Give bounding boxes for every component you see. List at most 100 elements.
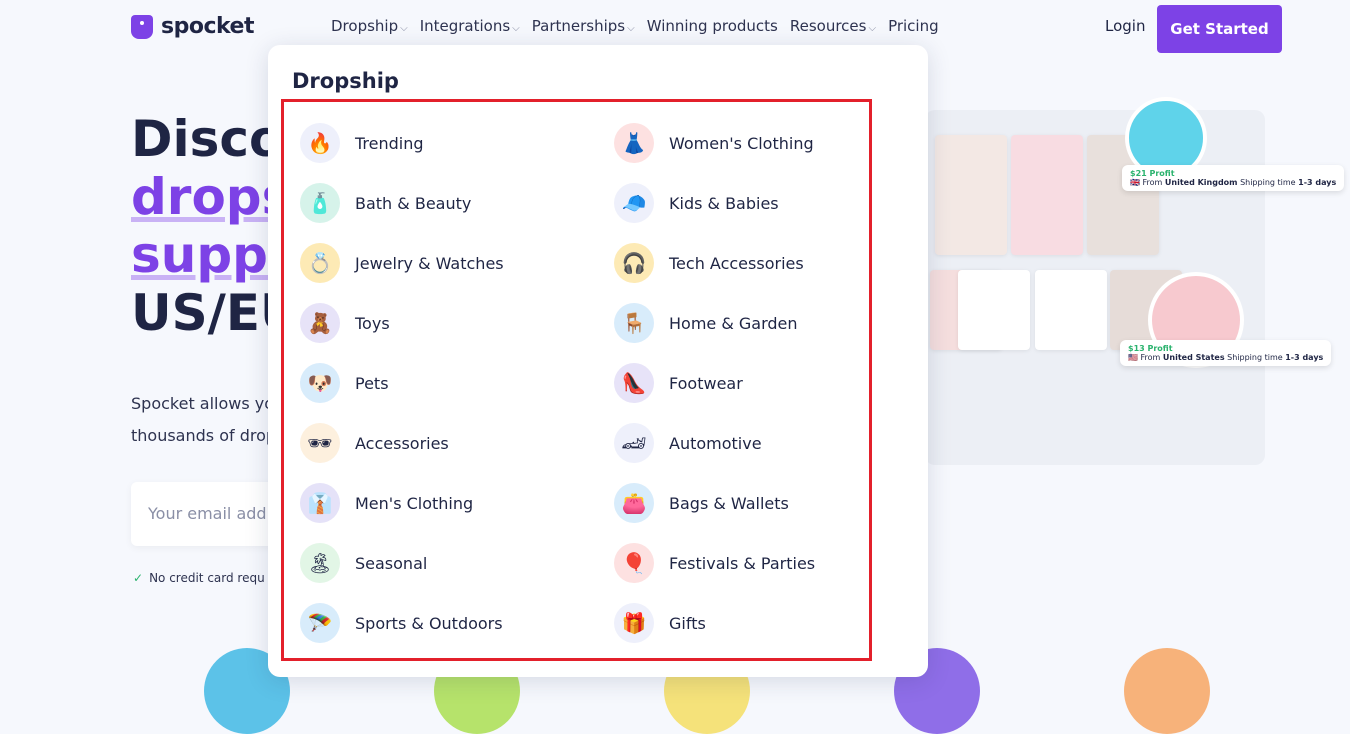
category-label: Jewelry & Watches <box>355 253 504 273</box>
dress-icon: 👗 <box>614 123 654 163</box>
hero-description: Spocket allows yo thousands of drop <box>131 388 276 452</box>
category-kids-babies[interactable]: 🧢 Kids & Babies <box>614 183 779 223</box>
from-label: From <box>1142 178 1163 187</box>
category-label: Bath & Beauty <box>355 193 472 213</box>
category-seasonal[interactable]: 🏝 Seasonal <box>300 543 427 583</box>
category-sports-outdoors[interactable]: 🪂 Sports & Outdoors <box>300 603 503 643</box>
category-bath-beauty[interactable]: 🧴 Bath & Beauty <box>300 183 471 223</box>
product-card <box>935 135 1007 255</box>
category-label: Toys <box>355 313 390 333</box>
dropship-dropdown: Dropship 🔥 Trending 🧴 Bath & Beauty 💍 Jewelry… <box>268 45 928 677</box>
category-accessories[interactable]: 🕶 Accessories <box>300 423 449 463</box>
category-label: Kids & Babies <box>669 193 779 213</box>
nav-resources[interactable]: Resources ⌵ <box>790 17 876 35</box>
chevron-down-icon: ⌵ <box>512 23 520 34</box>
no-credit-note: ✓ No credit card requ <box>133 571 265 585</box>
main-menu: Dropship ⌵ Integrations ⌵ Partnerships ⌵ Winni… <box>331 17 939 35</box>
earbuds-icon: 🎧 <box>614 243 654 283</box>
product-card <box>1011 135 1083 255</box>
ship-label: Shipping time <box>1227 353 1283 362</box>
chevron-down-icon: ⌵ <box>868 23 877 34</box>
category-label: Festivals & Parties <box>669 553 816 573</box>
balloons-icon: 🎈 <box>614 543 654 583</box>
parachute-icon: 🪂 <box>300 603 340 643</box>
login-link[interactable]: Login <box>1105 17 1145 35</box>
ship-time: 1-3 days <box>1285 353 1324 362</box>
category-festivals-parties[interactable]: 🎈 Festivals & Parties <box>614 543 815 583</box>
hero-text: Spocket allows yo <box>131 394 275 413</box>
nav-label: Pricing <box>888 17 939 35</box>
product-card <box>1035 270 1107 350</box>
nav-label: Winning products <box>646 17 778 35</box>
category-tech-accessories[interactable]: 🎧 Tech Accessories <box>614 243 804 283</box>
ring-icon: 💍 <box>300 243 340 283</box>
logo[interactable]: spocket <box>131 14 254 39</box>
rocket-icon <box>1124 648 1210 734</box>
category-label: Home & Garden <box>669 313 798 333</box>
from-country: United States <box>1162 353 1225 362</box>
profit-label: $13 Profit <box>1128 344 1173 353</box>
nav-label: Integrations <box>419 17 511 35</box>
profit-label: $21 Profit <box>1130 169 1175 178</box>
car-icon: 🏎 <box>614 423 654 463</box>
no-credit-text: No credit card requ <box>149 571 265 585</box>
nav-integrations[interactable]: Integrations ⌵ <box>420 17 520 35</box>
category-automotive[interactable]: 🏎 Automotive <box>614 423 762 463</box>
category-label: Seasonal <box>355 553 428 573</box>
chair-icon: 🪑 <box>614 303 654 343</box>
nav-label: Resources <box>789 17 867 35</box>
category-label: Automotive <box>669 433 762 453</box>
logo-icon <box>131 14 153 39</box>
category-home-garden[interactable]: 🪑 Home & Garden <box>614 303 798 343</box>
ship-label: Shipping time <box>1240 178 1296 187</box>
category-label: Trending <box>355 133 424 153</box>
us-badge: $13 Profit 🇺🇸 From United States Shippin… <box>1120 340 1332 366</box>
logo-text: spocket <box>161 14 254 39</box>
category-toys[interactable]: 🧸 Toys <box>300 303 390 343</box>
heel-icon: 👠 <box>614 363 654 403</box>
nav-dropship[interactable]: Dropship ⌵ <box>331 17 408 35</box>
category-label: Women's Clothing <box>669 133 814 153</box>
palm-tree-icon: 🏝 <box>300 543 340 583</box>
category-label: Sports & Outdoors <box>355 613 503 633</box>
category-label: Gifts <box>669 613 706 633</box>
tie-icon: 👔 <box>300 483 340 523</box>
from-country: United Kingdom <box>1164 178 1238 187</box>
get-started-button[interactable]: Get Started <box>1157 5 1282 53</box>
category-label: Tech Accessories <box>669 253 804 273</box>
category-footwear[interactable]: 👠 Footwear <box>614 363 743 403</box>
cap-icon: 🧢 <box>614 183 654 223</box>
category-trending[interactable]: 🔥 Trending <box>300 123 424 163</box>
category-label: Accessories <box>355 433 449 453</box>
category-label: Men's Clothing <box>355 493 474 513</box>
nav-label: Dropship <box>331 17 399 35</box>
gift-icon: 🎁 <box>614 603 654 643</box>
sunglasses-icon: 🕶 <box>300 423 340 463</box>
nav-pricing[interactable]: Pricing <box>888 17 939 35</box>
hero-text: thousands of drop <box>131 426 277 445</box>
category-label: Pets <box>355 373 389 393</box>
dropdown-title: Dropship <box>292 69 399 93</box>
purse-icon: 👛 <box>614 483 654 523</box>
from-label: From <box>1140 353 1161 362</box>
category-jewelry-watches[interactable]: 💍 Jewelry & Watches <box>300 243 504 283</box>
product-card <box>958 270 1030 350</box>
category-men-s-clothing[interactable]: 👔 Men's Clothing <box>300 483 473 523</box>
ship-time: 1-3 days <box>1298 178 1337 187</box>
category-pets[interactable]: 🐶 Pets <box>300 363 389 403</box>
dog-icon: 🐶 <box>300 363 340 403</box>
category-bags-wallets[interactable]: 👛 Bags & Wallets <box>614 483 789 523</box>
teddy-bear-icon: 🧸 <box>300 303 340 343</box>
nav-partnerships[interactable]: Partnerships ⌵ <box>532 17 635 35</box>
category-women-s-clothing[interactable]: 👗 Women's Clothing <box>614 123 814 163</box>
beauty-icon: 🧴 <box>300 183 340 223</box>
chevron-down-icon: ⌵ <box>627 23 635 34</box>
category-gifts[interactable]: 🎁 Gifts <box>614 603 706 643</box>
category-label: Bags & Wallets <box>669 493 789 513</box>
nav-winning-products[interactable]: Winning products <box>647 17 778 35</box>
category-label: Footwear <box>669 373 743 393</box>
check-icon: ✓ <box>133 571 144 585</box>
chevron-down-icon: ⌵ <box>400 23 408 34</box>
nav-label: Partnerships <box>531 17 626 35</box>
uk-badge: $21 Profit 🇬🇧 From United Kingdom Shippi… <box>1122 165 1345 191</box>
